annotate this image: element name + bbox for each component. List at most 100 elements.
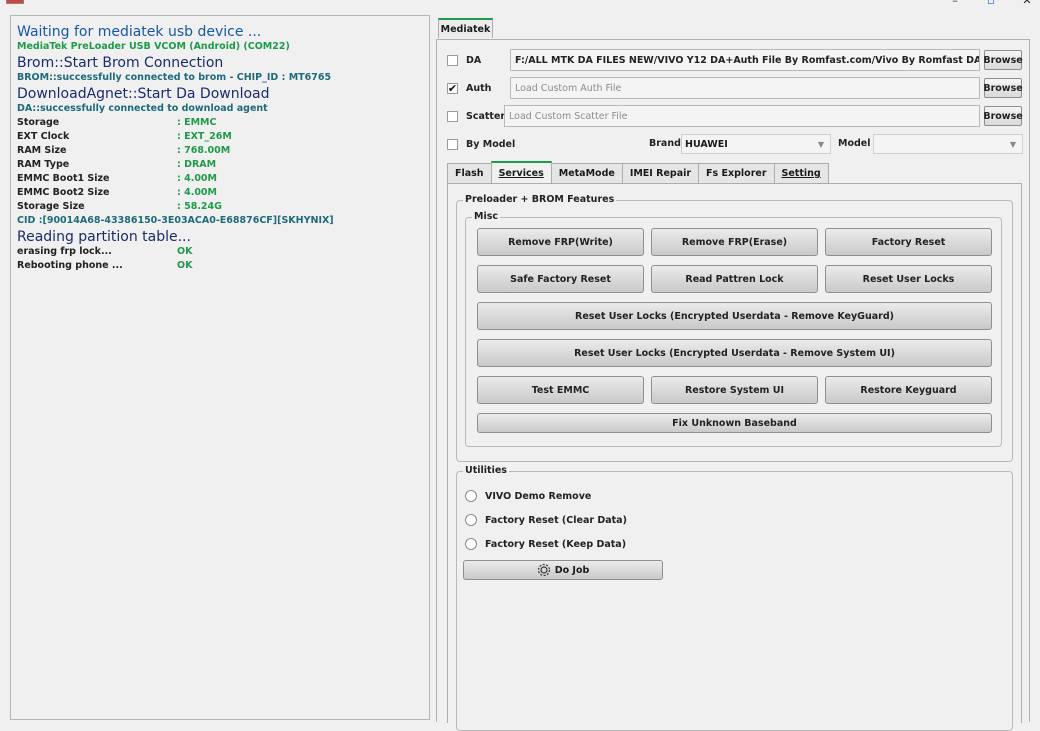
scatter-file-field[interactable]: Load Custom Scatter File [504, 105, 980, 127]
info-value: : 58.24G [177, 201, 222, 212]
reset-user-locks-systemui-button[interactable]: Reset User Locks (Encrypted Userdata - R… [477, 339, 992, 367]
info-row-boot2: EMMC Boot2 Size : 4.00M [17, 186, 423, 200]
da-checkbox[interactable] [447, 54, 458, 66]
chevron-down-icon: ▼ [1009, 140, 1016, 149]
tab-metamode[interactable]: MetaMode [550, 163, 623, 183]
info-row-boot1: EMMC Boot1 Size : 4.00M [17, 172, 423, 186]
safe-factory-reset-button[interactable]: Safe Factory Reset [477, 265, 644, 293]
info-key: Storage [17, 117, 60, 128]
radio-factory-reset-keep[interactable]: Factory Reset (Keep Data) [465, 536, 626, 552]
da-label: DA [466, 54, 482, 66]
tab-mediatek[interactable]: Mediatek [438, 18, 493, 38]
info-row-storage: Storage : EMMC [17, 116, 423, 130]
da-browse-button[interactable]: Browse [983, 50, 1023, 70]
info-key: Storage Size [17, 201, 85, 212]
info-key: EMMC Boot1 Size [17, 173, 110, 184]
chevron-down-icon: ▼ [817, 140, 824, 149]
brand-value: HUAWEI [685, 138, 728, 150]
radio-vivo-demo-remove[interactable]: VIVO Demo Remove [465, 488, 591, 504]
test-emmc-button[interactable]: Test EMMC [477, 376, 644, 404]
read-pattern-lock-button[interactable]: Read Pattren Lock [651, 265, 818, 293]
tab-services[interactable]: Services [490, 161, 552, 183]
tab-fs-explorer[interactable]: Fs Explorer [698, 163, 775, 183]
da-path-field[interactable]: F:/ALL MTK DA FILES NEW/VIVO Y12 DA+Auth… [510, 49, 980, 71]
info-value: : 4.00M [177, 173, 217, 184]
auth-browse-button[interactable]: Browse [983, 78, 1023, 98]
step-row: erasing frp lock... OK [17, 245, 423, 259]
fix-unknown-baseband-button[interactable]: Fix Unknown Baseband [477, 413, 992, 433]
gear-icon [537, 563, 550, 577]
log-line: Waiting for mediatek usb device ... [17, 24, 262, 40]
do-job-button[interactable]: Do Job [463, 560, 663, 580]
reset-user-locks-button[interactable]: Reset User Locks [825, 265, 992, 293]
close-icon[interactable]: ✕ [1020, 0, 1034, 7]
maximize-icon[interactable]: ▫ [984, 0, 998, 7]
step-status: OK [177, 246, 193, 257]
factory-reset-button[interactable]: Factory Reset [825, 228, 992, 256]
reset-user-locks-keyguard-button[interactable]: Reset User Locks (Encrypted Userdata - R… [477, 302, 992, 330]
info-row-ext-clock: EXT Clock: EXT_26M [17, 130, 423, 144]
model-label: Model [838, 138, 871, 149]
radio-label: Factory Reset (Keep Data) [485, 538, 627, 550]
step-status: OK [177, 260, 193, 271]
bymodel-row: By Model [447, 132, 515, 156]
log-line: Brom::Start Brom Connection [17, 55, 224, 71]
info-key: EXT Clock [17, 131, 70, 142]
da-row: DA [447, 48, 481, 72]
log-line: Reading partition table... [17, 229, 191, 245]
group-title: Misc [472, 211, 500, 222]
auth-checkbox[interactable]: ✔ [447, 82, 458, 94]
log-panel: Waiting for mediatek usb device ... Medi… [10, 15, 430, 720]
info-row-ram-size: RAM Size : 768.00M [17, 144, 423, 158]
brand-label: Brand [649, 138, 681, 149]
tab-setting[interactable]: Setting [773, 163, 829, 183]
log-line: MediaTek PreLoader USB VCOM (Android) (C… [17, 41, 290, 52]
cid-line: CID :[90014A68-43386150-3E03ACA0-E68876C… [17, 215, 334, 226]
remove-frp-erase-button[interactable]: Remove FRP(Erase) [651, 228, 818, 256]
group-title: Utilities [463, 465, 509, 476]
info-value: : EMMC [177, 117, 217, 128]
group-title: Preloader + BROM Features [463, 194, 617, 205]
bymodel-label: By Model [466, 138, 516, 150]
info-key: RAM Size [17, 145, 67, 156]
remove-frp-write-button[interactable]: Remove FRP(Write) [477, 228, 644, 256]
info-key: RAM Type [17, 159, 70, 170]
restore-system-ui-button[interactable]: Restore System UI [651, 376, 818, 404]
step-label: Rebooting phone ... [17, 260, 123, 271]
log-line: DA::successfully connected to download a… [17, 103, 268, 114]
window-controls: – ▫ ✕ [948, 0, 1034, 7]
auth-label: Auth [466, 82, 492, 94]
tab-imei-repair[interactable]: IMEI Repair [621, 163, 700, 183]
scatter-label: Scatter [466, 110, 506, 122]
restore-keyguard-button[interactable]: Restore Keyguard [825, 376, 992, 404]
radio-button[interactable] [465, 514, 477, 526]
info-value: : 4.00M [177, 187, 217, 198]
brand-select[interactable]: HUAWEI ▼ [681, 134, 831, 154]
info-value: : 768.00M [177, 145, 231, 156]
info-row-ram-type: RAM Type : DRAM [17, 158, 423, 172]
info-value: : DRAM [177, 159, 217, 170]
minimize-icon[interactable]: – [948, 0, 962, 7]
radio-factory-reset-clear[interactable]: Factory Reset (Clear Data) [465, 512, 627, 528]
radio-button[interactable] [465, 538, 477, 550]
app-icon [6, 0, 24, 4]
scatter-browse-button[interactable]: Browse [983, 106, 1023, 126]
mediatek-frame: DA F:/ALL MTK DA FILES NEW/VIVO Y12 DA+A… [436, 39, 1030, 731]
scatter-checkbox[interactable] [447, 110, 458, 122]
preloader-brom-group: Preloader + BROM Features Misc Remove FR… [456, 194, 1013, 462]
sub-tabbar: Flash Services MetaMode IMEI Repair Fs E… [447, 161, 829, 183]
model-select[interactable]: ▼ [873, 134, 1023, 154]
scatter-row: Scatter [447, 104, 505, 128]
services-panel: Preloader + BROM Features Misc Remove FR… [447, 183, 1022, 731]
info-key: EMMC Boot2 Size [17, 187, 110, 198]
radio-button[interactable] [465, 490, 477, 502]
log-line: DownloadAgnet::Start Da Download [17, 86, 270, 102]
utilities-group: Utilities VIVO Demo Remove Factory Reset… [456, 465, 1013, 731]
auth-file-field[interactable]: Load Custom Auth File [510, 77, 980, 99]
radio-label: Factory Reset (Clear Data) [485, 514, 627, 526]
radio-label: VIVO Demo Remove [485, 490, 592, 502]
bymodel-checkbox[interactable] [447, 138, 458, 150]
tab-flash[interactable]: Flash [447, 163, 492, 183]
step-label: erasing frp lock... [17, 246, 112, 257]
auth-row: ✔ Auth [447, 76, 491, 100]
